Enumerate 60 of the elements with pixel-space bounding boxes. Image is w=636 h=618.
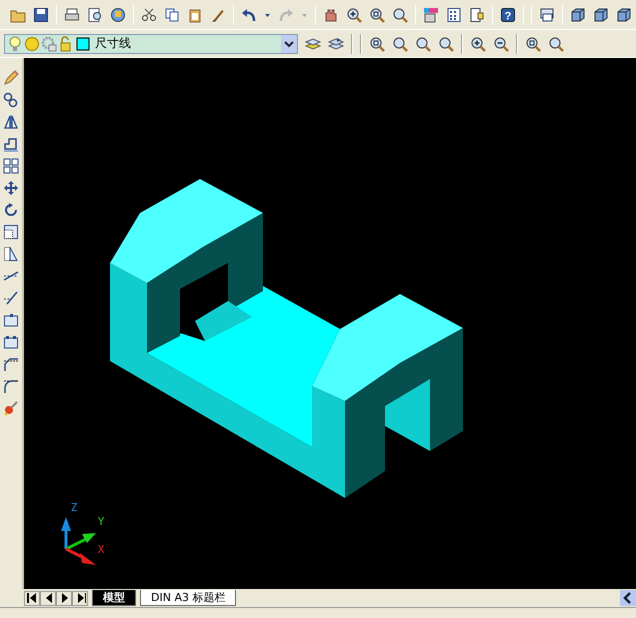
zoom-in-icon[interactable] <box>346 6 362 22</box>
axis-label: Z <box>70 501 78 514</box>
extend-icon[interactable] <box>3 290 19 306</box>
fillet-icon[interactable] <box>3 378 19 394</box>
scroll-left-button[interactable] <box>620 590 636 606</box>
pencil-icon[interactable] <box>3 70 19 86</box>
help-icon[interactable]: ? <box>500 6 516 22</box>
documents-icon[interactable] <box>469 6 485 22</box>
zoom-icon[interactable] <box>415 36 431 52</box>
zoom-out-icon[interactable] <box>493 36 509 52</box>
move-icon[interactable] <box>3 180 19 196</box>
zoom-window-icon[interactable] <box>369 6 385 22</box>
array-icon[interactable] <box>3 158 19 174</box>
zoom-window-icon[interactable] <box>369 36 385 52</box>
grid-icon[interactable] <box>446 6 462 22</box>
paste-icon[interactable] <box>187 6 203 22</box>
axis-label: Y <box>98 515 104 528</box>
copy-circles-icon[interactable] <box>3 92 19 108</box>
stretch-icon[interactable] <box>3 246 19 262</box>
monitor-icon[interactable] <box>539 6 555 22</box>
offset-icon[interactable] <box>3 136 19 152</box>
question-mark: ? <box>504 10 512 22</box>
color-swatch-icon[interactable] <box>75 36 91 52</box>
cube-icon[interactable] <box>616 6 632 22</box>
drawing-canvas[interactable]: Z Y X <box>24 58 636 589</box>
globe-icon[interactable] <box>110 6 126 22</box>
axis-label: X <box>98 543 104 556</box>
break-icon[interactable] <box>3 312 19 328</box>
layers-icon[interactable] <box>328 36 344 52</box>
lightbulb-icon[interactable] <box>7 36 23 52</box>
zoom-pan-icon[interactable] <box>548 36 564 52</box>
chamfer-icon[interactable] <box>3 356 19 372</box>
layout-tab[interactable]: 模型 <box>92 590 136 606</box>
zoom-in-icon[interactable] <box>470 36 486 52</box>
undo-icon[interactable] <box>241 6 257 22</box>
gear-icon[interactable] <box>41 36 57 52</box>
rotate-icon[interactable] <box>3 202 19 218</box>
zoom-icon[interactable] <box>438 36 454 52</box>
save-icon[interactable] <box>33 6 49 22</box>
cube-icon[interactable] <box>593 6 609 22</box>
ucs-axes-icon <box>61 517 96 565</box>
layer-name: 尺寸线 <box>94 35 132 52</box>
scale-icon[interactable] <box>3 224 19 240</box>
zoom-extents-icon[interactable] <box>392 36 408 52</box>
layout-tab[interactable]: DIN A3 标题栏 <box>140 590 236 606</box>
break-icon[interactable] <box>3 334 19 350</box>
sun-icon[interactable] <box>24 36 40 52</box>
pan-icon[interactable] <box>323 6 339 22</box>
mirror-icon[interactable] <box>3 114 19 130</box>
page-magnifier-icon[interactable] <box>87 6 103 22</box>
zoom-icon[interactable] <box>392 6 408 22</box>
cut-icon[interactable] <box>141 6 157 22</box>
cube-icon[interactable] <box>570 6 586 22</box>
zoom-page-icon[interactable] <box>525 36 541 52</box>
copy-icon[interactable] <box>164 6 180 22</box>
layer-dropdown[interactable]: 尺寸线 <box>4 34 298 54</box>
layers-icon[interactable] <box>305 36 321 52</box>
palette-icon[interactable] <box>423 6 439 22</box>
printer-icon[interactable] <box>64 6 80 22</box>
explode-icon[interactable] <box>3 400 19 416</box>
